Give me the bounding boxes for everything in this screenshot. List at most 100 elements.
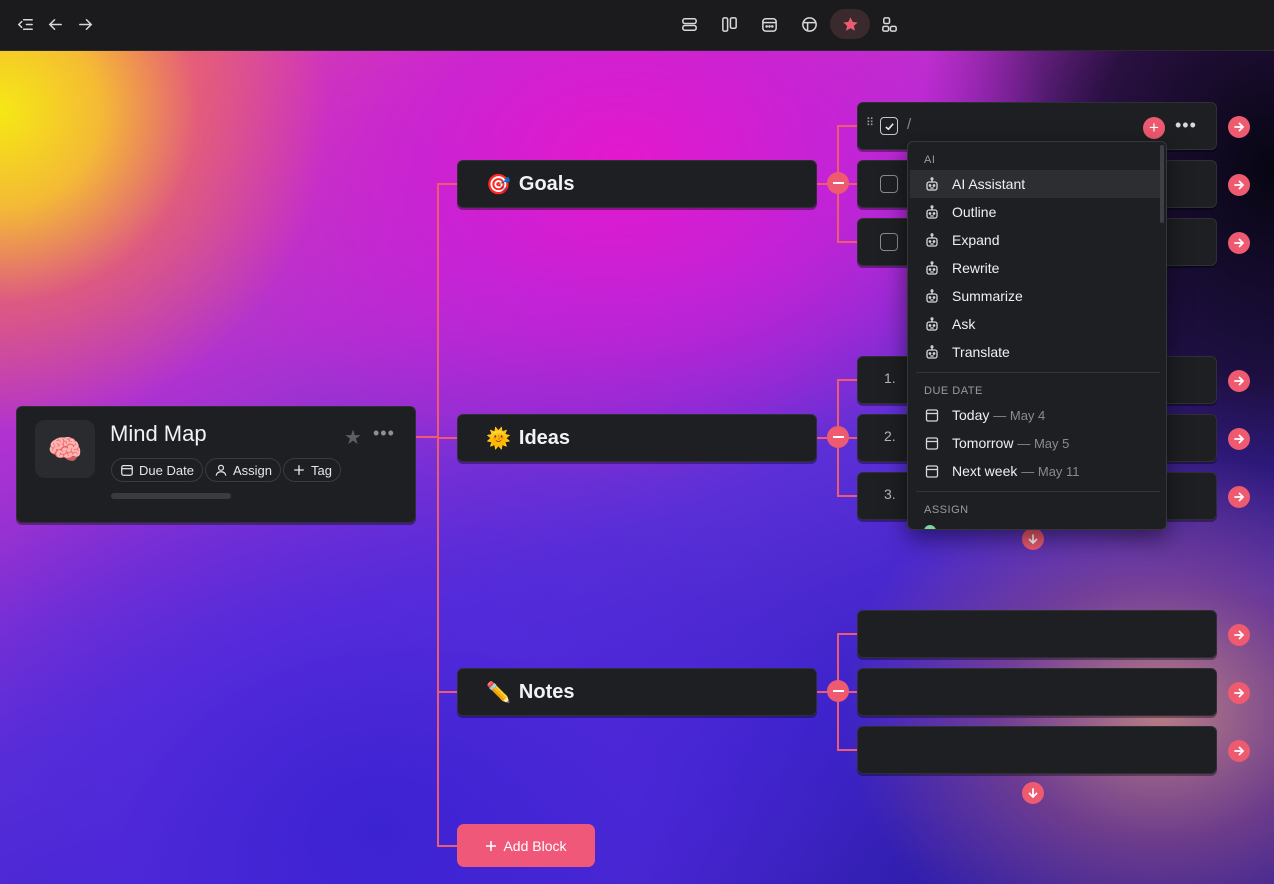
collapse-sidebar-icon[interactable]: [10, 9, 40, 39]
menu-item-outline[interactable]: Outline: [910, 198, 1160, 226]
menu-item-ai-assistant[interactable]: AI Assistant: [910, 170, 1160, 198]
calendar-view-icon[interactable]: [754, 9, 784, 39]
calendar-icon: [925, 409, 939, 422]
expand-right-button[interactable]: [1228, 486, 1250, 508]
connector: [416, 436, 438, 438]
list-number: 1.: [884, 370, 896, 386]
add-block-button[interactable]: Add Block: [457, 824, 595, 867]
add-below-button[interactable]: [1022, 782, 1044, 804]
connector: [837, 495, 857, 497]
assignee-avatar[interactable]: [924, 525, 936, 529]
menu-item-translate[interactable]: Translate: [910, 338, 1160, 366]
checkbox-checked[interactable]: [880, 117, 898, 135]
robot-icon: [926, 345, 938, 359]
favorite-view-icon[interactable]: [830, 9, 870, 39]
arrow-right-icon: [1234, 688, 1245, 698]
root-title[interactable]: Mind Map: [110, 421, 207, 447]
connector: [437, 845, 457, 847]
drag-handle-icon[interactable]: ⠿: [866, 118, 874, 129]
branch-goals[interactable]: 🎯 Goals: [457, 160, 817, 208]
connector: [437, 437, 457, 439]
collapse-ideas-button[interactable]: [827, 426, 849, 448]
collapse-notes-button[interactable]: [827, 680, 849, 702]
connector: [437, 183, 439, 847]
menu-item-date: — May 4: [993, 408, 1046, 423]
expand-right-button[interactable]: [1228, 428, 1250, 450]
menu-item-label: Summarize: [952, 288, 1023, 304]
expand-right-button[interactable]: [1228, 624, 1250, 646]
table-view-icon[interactable]: [794, 9, 824, 39]
arrow-right-icon: [1234, 492, 1245, 502]
robot-icon: [926, 317, 938, 331]
arrow-down-icon: [1028, 788, 1038, 799]
menu-item-due-tomorrow[interactable]: Tomorrow — May 5: [910, 429, 1160, 457]
connector: [837, 633, 857, 635]
brain-emoji-icon: 🧠: [35, 420, 95, 478]
menu-section-due-date: DUE DATE: [924, 385, 983, 397]
assign-chip[interactable]: Assign: [205, 458, 282, 482]
menu-item-rewrite[interactable]: Rewrite: [910, 254, 1160, 282]
menu-divider: [916, 372, 1160, 373]
connector: [837, 749, 857, 751]
menu-item-label: AI Assistant: [952, 176, 1026, 192]
note-leaf[interactable]: [857, 726, 1217, 774]
star-icon[interactable]: ★: [344, 425, 362, 450]
checkbox[interactable]: [880, 233, 898, 251]
menu-scrollbar[interactable]: [1160, 145, 1164, 223]
menu-item-label: Ask: [952, 316, 976, 332]
due-date-chip[interactable]: Due Date: [111, 458, 203, 482]
branch-label: Goals: [518, 172, 575, 195]
note-leaf[interactable]: [857, 668, 1217, 716]
list-view-icon[interactable]: [674, 9, 704, 39]
arrow-right-icon: [1234, 746, 1245, 756]
board-view-icon[interactable]: [714, 9, 744, 39]
add-child-button[interactable]: +: [1143, 117, 1165, 139]
robot-icon: [926, 289, 938, 303]
collapse-goals-button[interactable]: [827, 172, 849, 194]
menu-item-summarize[interactable]: Summarize: [910, 282, 1160, 310]
mindmap-view-icon[interactable]: [874, 9, 904, 39]
robot-icon: [926, 177, 938, 191]
branch-notes[interactable]: ✏️ Notes: [457, 668, 817, 716]
menu-item-due-today[interactable]: Today — May 4: [910, 401, 1160, 429]
expand-right-button[interactable]: [1228, 740, 1250, 762]
progress-bar: [111, 493, 231, 499]
add-below-button[interactable]: [1022, 528, 1044, 550]
back-arrow-icon[interactable]: [40, 9, 70, 39]
more-options-icon[interactable]: •••: [373, 423, 395, 444]
check-icon: [884, 122, 894, 130]
menu-item-due-next-week[interactable]: Next week — May 11: [910, 457, 1160, 485]
expand-right-button[interactable]: [1228, 682, 1250, 704]
arrow-right-icon: [1234, 376, 1245, 386]
arrow-right-icon: [1234, 180, 1245, 190]
add-block-label: Add Block: [503, 837, 567, 854]
due-date-chip-label: Due Date: [139, 462, 194, 478]
more-options-icon[interactable]: •••: [1175, 115, 1197, 136]
expand-right-button[interactable]: [1228, 116, 1250, 138]
connector: [837, 125, 857, 127]
note-leaf[interactable]: [857, 610, 1217, 658]
menu-item-ask[interactable]: Ask: [910, 310, 1160, 338]
branch-ideas[interactable]: 🌞 Ideas: [457, 414, 817, 462]
menu-item-label: Tomorrow — May 5: [952, 435, 1070, 451]
slash-command-input[interactable]: /: [907, 116, 911, 133]
expand-right-button[interactable]: [1228, 174, 1250, 196]
expand-right-button[interactable]: [1228, 232, 1250, 254]
arrow-right-icon: [1234, 122, 1245, 132]
tag-chip[interactable]: Tag: [283, 458, 341, 482]
menu-section-ai: AI: [924, 154, 936, 166]
forward-arrow-icon[interactable]: [70, 9, 100, 39]
tag-chip-label: Tag: [311, 462, 332, 478]
plus-icon: [486, 840, 497, 851]
calendar-icon: [121, 465, 133, 476]
connector: [437, 691, 457, 693]
checkbox[interactable]: [880, 175, 898, 193]
arrow-down-icon: [1028, 534, 1038, 545]
expand-right-button[interactable]: [1228, 370, 1250, 392]
calendar-icon: [925, 437, 939, 450]
connector: [437, 183, 457, 185]
menu-section-assign: ASSIGN: [924, 504, 969, 516]
menu-item-expand[interactable]: Expand: [910, 226, 1160, 254]
arrow-right-icon: [1234, 630, 1245, 640]
root-node-card[interactable]: 🧠 Mind Map ★ ••• Due Date Assign Tag: [16, 406, 416, 523]
